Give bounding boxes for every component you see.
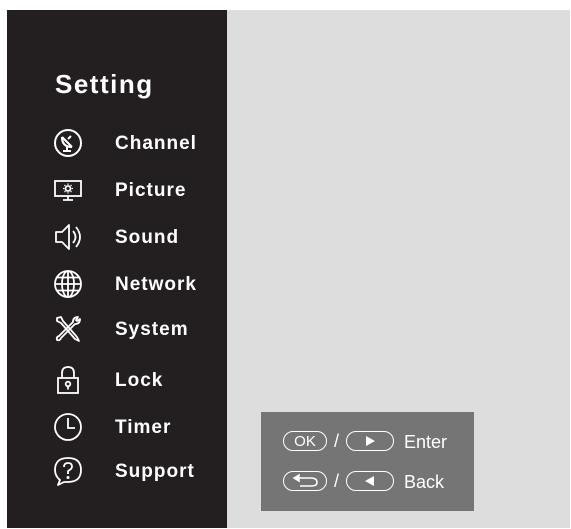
key-hint-panel: OK / Enter / Back (261, 412, 474, 511)
menu-item-system[interactable]: System (52, 313, 222, 347)
back-label: Back (404, 472, 445, 492)
settings-sidebar: Setting Channel Picture Sound Network Sy… (7, 10, 227, 528)
satellite-dish-icon (52, 127, 84, 159)
menu-item-picture[interactable]: Picture (52, 174, 222, 208)
menu-title: Setting (55, 69, 154, 99)
menu-item-label: Lock (115, 370, 164, 391)
enter-hint: OK / Enter (283, 431, 473, 455)
play-right-icon (346, 431, 394, 451)
separator: / (334, 471, 340, 491)
padlock-icon (52, 364, 84, 396)
enter-label: Enter (404, 432, 448, 452)
menu-item-label: Network (115, 274, 197, 295)
play-left-icon (346, 471, 394, 491)
help-bubble-icon (52, 455, 84, 487)
menu-item-sound[interactable]: Sound (52, 221, 222, 255)
ok-key: OK (283, 431, 327, 451)
globe-icon (52, 268, 84, 300)
clock-icon (52, 411, 84, 443)
menu-item-support[interactable]: Support (52, 455, 222, 489)
menu-item-channel[interactable]: Channel (52, 127, 222, 161)
menu-item-label: Sound (115, 227, 180, 248)
menu-item-timer[interactable]: Timer (52, 411, 222, 445)
menu-item-label: Support (115, 461, 195, 482)
menu-item-label: Picture (115, 180, 187, 201)
return-arrow-icon (283, 471, 327, 491)
menu-item-network[interactable]: Network (52, 268, 222, 302)
separator: / (334, 431, 340, 451)
speaker-icon (52, 221, 84, 253)
tools-icon (52, 313, 84, 345)
monitor-brightness-icon (52, 174, 84, 206)
menu-item-label: System (115, 319, 189, 340)
menu-item-label: Timer (115, 417, 172, 438)
menu-item-label: Channel (115, 133, 197, 154)
back-hint: / Back (283, 471, 473, 495)
menu-item-lock[interactable]: Lock (52, 364, 222, 398)
